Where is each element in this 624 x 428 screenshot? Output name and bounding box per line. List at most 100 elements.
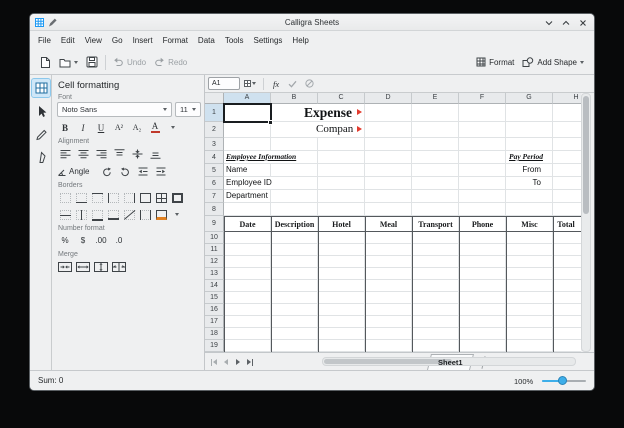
sheet-grid[interactable]: Expense Compan Employee Information Pay … [205, 93, 581, 352]
align-middle-button[interactable] [129, 146, 145, 161]
menu-item-edit[interactable]: Edit [56, 34, 80, 47]
merge-horizontal-button[interactable] [75, 259, 91, 274]
font-family-select[interactable]: Noto Sans [57, 102, 172, 117]
column-header-f[interactable]: F [459, 93, 506, 104]
apply-button[interactable] [285, 77, 299, 91]
border-color-button[interactable] [153, 207, 169, 222]
row-header-1[interactable]: 1 [205, 104, 224, 122]
new-document-button[interactable] [36, 53, 55, 72]
rotate-ccw-button[interactable] [99, 164, 115, 179]
border-right-button[interactable] [121, 190, 137, 205]
menu-item-file[interactable]: File [33, 34, 56, 47]
row-header-2[interactable]: 2 [205, 122, 224, 138]
cell-to-label[interactable]: To [490, 177, 541, 189]
menu-item-go[interactable]: Go [107, 34, 128, 47]
indent-decrease-button[interactable] [135, 164, 151, 179]
indent-increase-button[interactable] [153, 164, 169, 179]
increase-precision-button[interactable]: .00 [93, 233, 109, 248]
cell-employee-id-label[interactable]: Employee ID [226, 177, 272, 189]
menu-item-tools[interactable]: Tools [220, 34, 249, 47]
column-header-c[interactable]: C [318, 93, 365, 104]
open-recent-chevron-icon[interactable] [74, 61, 78, 64]
table-header-transport[interactable]: Transport [412, 216, 459, 232]
align-center-button[interactable] [75, 146, 91, 161]
maximize-button[interactable] [562, 19, 570, 27]
font-size-select[interactable]: 11 [175, 102, 201, 117]
bold-button[interactable]: B [57, 120, 73, 135]
minimize-button[interactable] [545, 19, 553, 27]
row-header-18[interactable]: 18 [205, 328, 224, 340]
font-color-button[interactable]: A [147, 120, 163, 135]
cell-from-label[interactable]: From [490, 164, 541, 176]
last-sheet-button[interactable] [245, 356, 255, 368]
align-right-button[interactable] [93, 146, 109, 161]
table-header-misc[interactable]: Misc [506, 216, 553, 232]
cell-department-label[interactable]: Department [226, 190, 268, 202]
menu-item-help[interactable]: Help [287, 34, 313, 47]
titlebar[interactable]: Calligra Sheets [30, 14, 594, 31]
border-color-chevron-button[interactable] [169, 207, 185, 222]
cell-company[interactable]: Compan [316, 122, 353, 137]
row-header-5[interactable]: 5 [205, 164, 224, 177]
vertical-scrollbar[interactable] [581, 93, 591, 352]
undo-button[interactable]: Undo [109, 53, 150, 72]
border-none-button[interactable] [57, 190, 73, 205]
first-sheet-button[interactable] [209, 356, 219, 368]
format-button[interactable]: Format [472, 53, 518, 72]
cell-tool-button[interactable] [32, 79, 50, 97]
row-header-19[interactable]: 19 [205, 340, 224, 352]
function-button[interactable]: fx [270, 79, 282, 89]
merge-cells-button[interactable] [57, 259, 73, 274]
vertical-scrollbar-thumb[interactable] [583, 96, 589, 214]
rotate-cw-button[interactable] [117, 164, 133, 179]
table-header-total[interactable]: Total [551, 216, 581, 232]
border-top-button[interactable] [89, 190, 105, 205]
calligraphy-tool-button[interactable] [32, 148, 50, 166]
row-header-14[interactable]: 14 [205, 280, 224, 292]
row-header-8[interactable]: 8 [205, 203, 224, 216]
row-header-11[interactable]: 11 [205, 244, 224, 256]
currency-format-button[interactable]: $ [75, 233, 91, 248]
subscript-button[interactable]: A₂ [129, 120, 145, 135]
border-remove-button[interactable] [137, 207, 153, 222]
column-header-e[interactable]: E [412, 93, 459, 104]
border-thick-bottom-button[interactable] [105, 207, 121, 222]
next-sheet-button[interactable] [233, 356, 243, 368]
menu-item-view[interactable]: View [80, 34, 107, 47]
column-header-b[interactable]: B [271, 93, 318, 104]
cell-pay-period[interactable]: Pay Period [506, 151, 551, 163]
border-outline-button[interactable] [137, 190, 153, 205]
row-header-16[interactable]: 16 [205, 304, 224, 316]
named-range-dropdown[interactable] [243, 77, 257, 91]
row-header-3[interactable]: 3 [205, 138, 224, 151]
horizontal-scrollbar-thumb[interactable] [324, 359, 452, 364]
selection-handle[interactable] [268, 120, 273, 125]
menu-item-data[interactable]: Data [193, 34, 220, 47]
column-header-h[interactable]: H [553, 93, 581, 104]
redo-button[interactable]: Redo [150, 53, 191, 72]
cell-report-title[interactable]: Expense [304, 104, 352, 121]
underline-button[interactable]: U [93, 120, 109, 135]
row-header-12[interactable]: 12 [205, 256, 224, 268]
align-left-button[interactable] [57, 146, 73, 161]
row-header-9[interactable]: 9 [205, 216, 224, 232]
border-all-button[interactable] [153, 190, 169, 205]
menu-item-settings[interactable]: Settings [249, 34, 288, 47]
align-bottom-button[interactable] [147, 146, 163, 161]
row-header-4[interactable]: 4 [205, 151, 224, 164]
save-button[interactable] [82, 53, 102, 72]
row-header-15[interactable]: 15 [205, 292, 224, 304]
pen-tool-button[interactable] [32, 125, 50, 143]
table-header-description[interactable]: Description [271, 216, 318, 232]
cell-name-label[interactable]: Name [226, 164, 247, 176]
column-header-g[interactable]: G [506, 93, 553, 104]
cell-reference-box[interactable]: A1 [208, 77, 240, 90]
unmerge-cells-button[interactable] [111, 259, 127, 274]
border-inner-horizontal-button[interactable] [57, 207, 73, 222]
angle-button[interactable]: Angle [57, 164, 95, 179]
align-top-button[interactable] [111, 146, 127, 161]
merge-vertical-button[interactable] [93, 259, 109, 274]
font-color-chevron-button[interactable] [165, 120, 181, 135]
selection-tool-button[interactable] [32, 102, 50, 120]
add-shape-button[interactable]: Add Shape [518, 53, 588, 72]
